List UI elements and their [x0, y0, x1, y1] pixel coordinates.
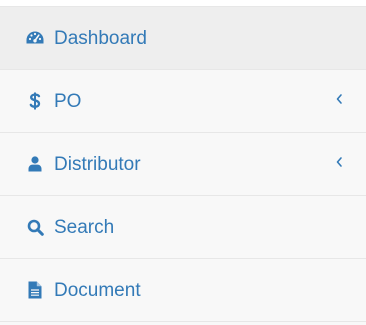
user-icon: [26, 155, 44, 173]
sidebar-item-distributor[interactable]: Distributor: [0, 133, 366, 196]
sidebar-item-dashboard[interactable]: Dashboard: [0, 7, 366, 70]
sidebar-item-label: Distributor: [54, 153, 141, 175]
document-icon: [26, 281, 44, 299]
sidebar-item-document[interactable]: Document: [0, 259, 366, 322]
sidebar-item-label: Document: [54, 279, 141, 301]
dashboard-icon: [26, 29, 44, 47]
search-icon: [26, 218, 44, 236]
sidebar-item-po[interactable]: PO: [0, 70, 366, 133]
sidebar-item-label: PO: [54, 90, 82, 112]
sidebar-item-label: Search: [54, 216, 115, 238]
chevron-left-icon[interactable]: [334, 92, 344, 106]
sidebar-menu: Dashboard PO Distributor Search Document: [0, 6, 366, 325]
sidebar-item-label: Dashboard: [54, 27, 147, 49]
dollar-icon: [26, 92, 44, 110]
sidebar-item-search[interactable]: Search: [0, 196, 366, 259]
chevron-left-icon[interactable]: [334, 155, 344, 169]
